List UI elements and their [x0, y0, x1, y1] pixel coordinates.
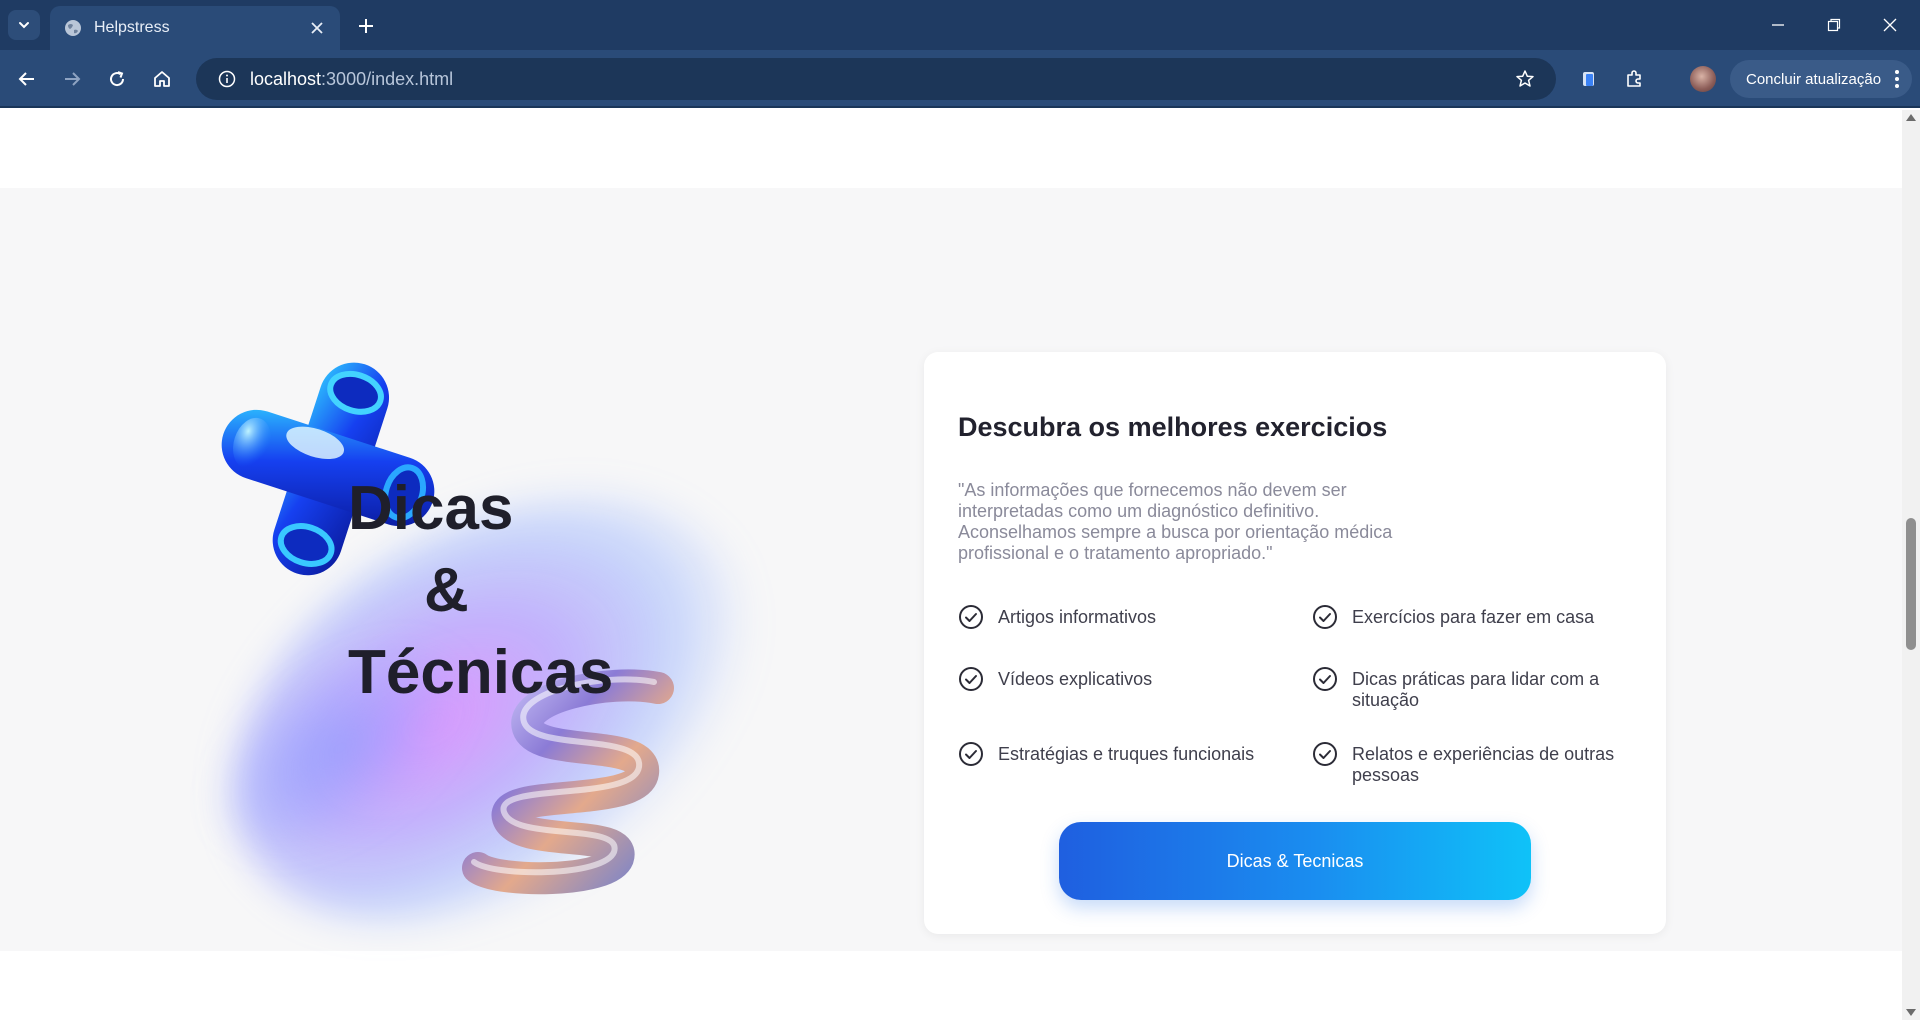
- site-info-icon[interactable]: [208, 70, 246, 88]
- feature-label: Vídeos explicativos: [998, 669, 1153, 689]
- check-circle-icon: [1313, 742, 1337, 766]
- feature-item: Estratégias e truques funcionais: [958, 742, 1312, 819]
- back-button[interactable]: [10, 62, 44, 96]
- extensions-puzzle-icon[interactable]: [1618, 62, 1652, 96]
- new-tab-button[interactable]: [352, 12, 380, 40]
- page-viewport: Dicas & Técnicas Descubra os melhores ex…: [0, 110, 1902, 1020]
- restore-button[interactable]: [1806, 0, 1862, 50]
- feature-label: Relatos e experiências de outras pessoas: [1352, 744, 1615, 785]
- home-button[interactable]: [145, 62, 179, 96]
- plus-icon: [359, 19, 373, 33]
- hero-title-line-2: &: [424, 556, 469, 625]
- card-heading: Descubra os melhores exercicios: [958, 412, 1388, 442]
- profile-avatar[interactable]: [1690, 66, 1716, 92]
- address-bar[interactable]: localhost:3000/index.html: [196, 58, 1556, 100]
- tips-techniques-button[interactable]: Dicas & Tecnicas: [1059, 822, 1531, 900]
- check-circle-icon: [1313, 605, 1337, 629]
- browser-tab-strip: Helpstress: [0, 0, 1920, 50]
- check-circle-icon: [959, 667, 983, 691]
- scroll-up-arrow-icon[interactable]: [1906, 114, 1916, 121]
- feature-label: Estratégias e truques funcionais: [998, 744, 1255, 764]
- feature-label: Exercícios para fazer em casa: [1352, 607, 1595, 627]
- feature-label: Artigos informativos: [998, 607, 1157, 627]
- feature-list: Artigos informativos Exercícios para faz…: [958, 605, 1648, 819]
- feature-item: Exercícios para fazer em casa: [1312, 605, 1648, 669]
- update-browser-button[interactable]: Concluir atualização: [1730, 60, 1912, 98]
- check-circle-icon: [1313, 667, 1337, 691]
- more-menu-icon[interactable]: [1894, 69, 1900, 93]
- feature-item: Dicas práticas para lidar com a situação: [1312, 667, 1648, 744]
- forward-button[interactable]: [55, 62, 89, 96]
- browser-tab-active[interactable]: Helpstress: [50, 6, 340, 50]
- scrollbar-thumb[interactable]: [1906, 518, 1916, 650]
- home-icon: [154, 71, 170, 87]
- tab-title: Helpstress: [94, 19, 170, 36]
- close-window-button[interactable]: [1862, 0, 1918, 50]
- minimize-button[interactable]: [1750, 0, 1806, 50]
- close-icon: [1883, 18, 1897, 32]
- reload-icon: [110, 71, 125, 87]
- disclaimer-quote: "As informações que fornecemos não devem…: [958, 480, 1393, 563]
- feature-item: Relatos e experiências de outras pessoas: [1312, 742, 1648, 819]
- page-scrollbar[interactable]: [1902, 110, 1920, 1020]
- reload-button[interactable]: [100, 62, 134, 96]
- minimize-icon: [1772, 24, 1784, 26]
- feature-label: Dicas práticas para lidar com a situação: [1352, 669, 1600, 710]
- bookmark-star-icon[interactable]: [1508, 69, 1542, 89]
- update-button-label: Concluir atualização: [1746, 70, 1882, 88]
- arrow-left-icon: [18, 72, 34, 86]
- extension-clipboard-icon[interactable]: [1572, 62, 1606, 96]
- info-card: Descubra os melhores exercicios "As info…: [924, 352, 1666, 934]
- hero-title-line-1: Dicas: [348, 474, 514, 543]
- globe-icon: [65, 20, 81, 36]
- hero-visual: Dicas & Técnicas: [157, 348, 823, 1010]
- check-circle-icon: [959, 742, 983, 766]
- restore-icon: [1827, 18, 1841, 32]
- browser-toolbar: localhost:3000/index.html: [0, 50, 1920, 108]
- scroll-down-arrow-icon[interactable]: [1906, 1009, 1916, 1016]
- chevron-down-icon: [19, 22, 29, 29]
- tips-section: Dicas & Técnicas Descubra os melhores ex…: [0, 188, 1902, 1010]
- hero-title-line-3: Técnicas: [348, 638, 614, 707]
- arrow-right-icon: [65, 72, 81, 86]
- check-circle-icon: [959, 605, 983, 629]
- hero-title: Dicas & Técnicas: [348, 468, 708, 714]
- tab-search-button[interactable]: [8, 10, 40, 40]
- url-text: localhost:3000/index.html: [250, 68, 454, 89]
- close-tab-icon[interactable]: [308, 19, 326, 37]
- feature-item: Vídeos explicativos: [958, 667, 1312, 744]
- feature-item: Artigos informativos: [958, 605, 1312, 669]
